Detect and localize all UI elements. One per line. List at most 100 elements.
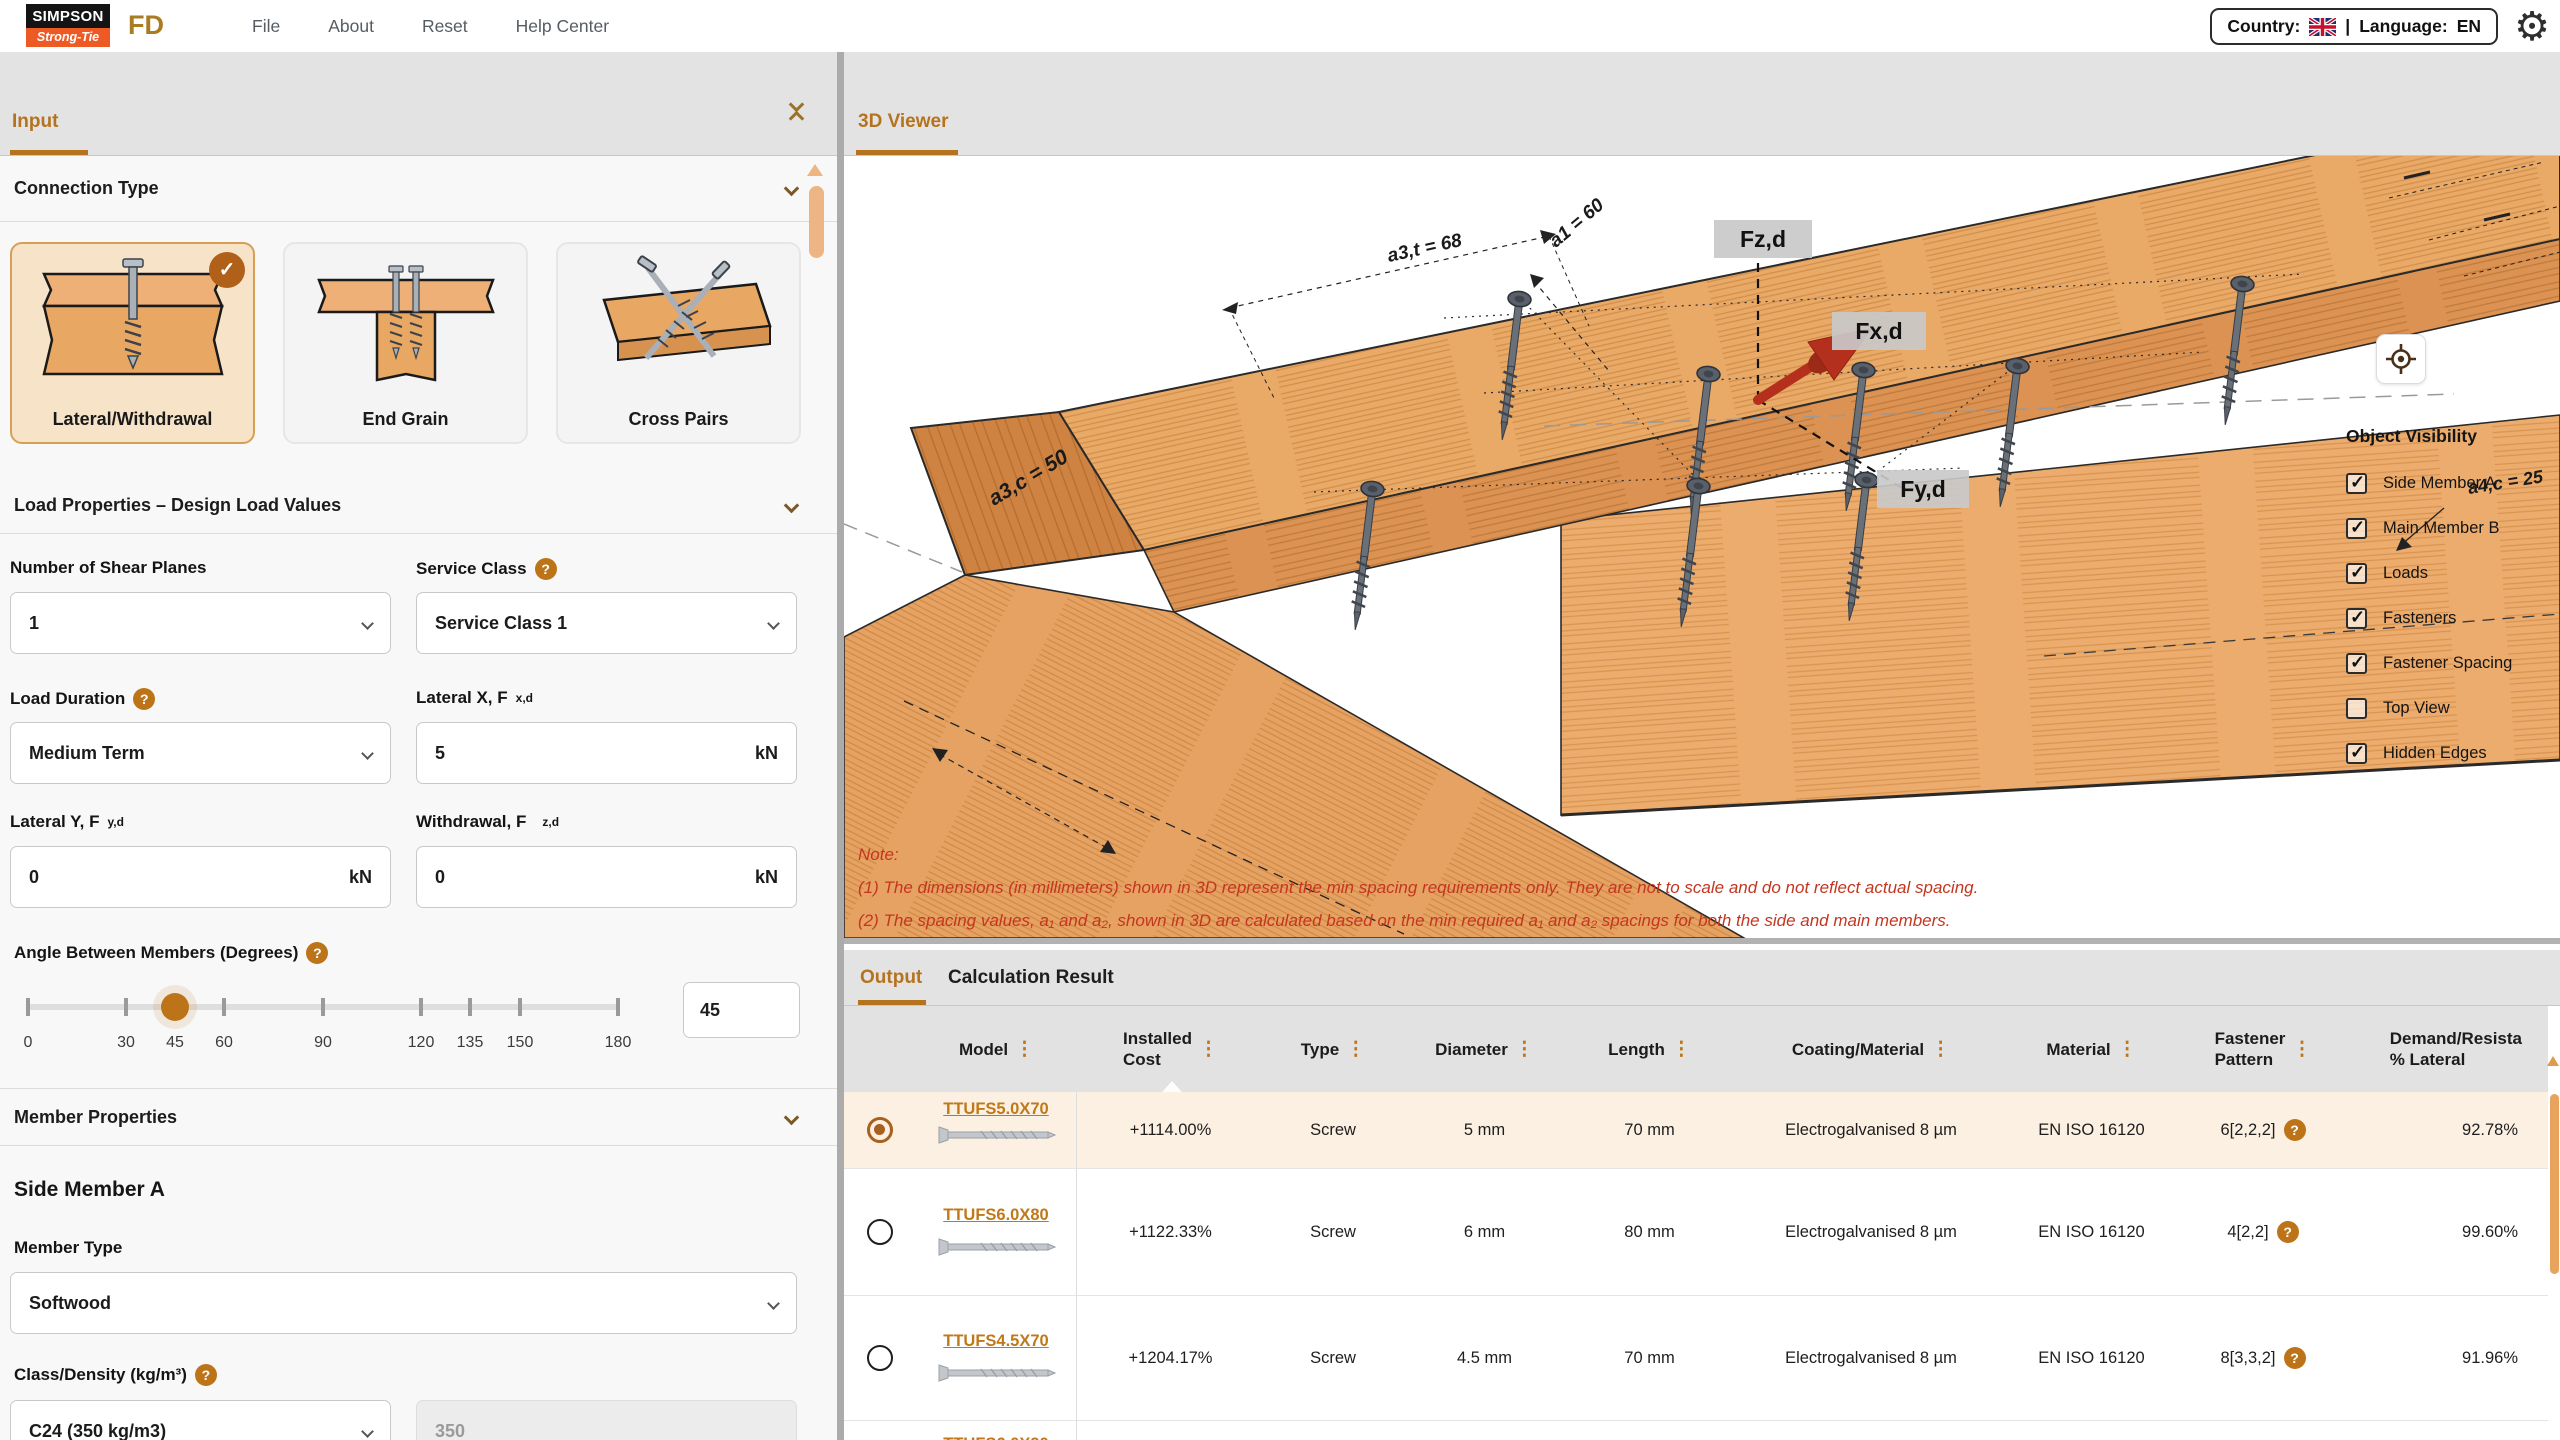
model-link[interactable]: TTUFS6.0X90 bbox=[943, 1435, 1048, 1440]
angle-value-input[interactable]: 45 bbox=[683, 982, 800, 1038]
app-title: FD bbox=[128, 10, 164, 41]
label-class-density: Class/Density (kg/m³) ? bbox=[14, 1364, 217, 1386]
column-menu-icon[interactable]: ⋮ bbox=[1199, 1039, 1218, 1060]
checkbox[interactable] bbox=[2346, 608, 2367, 629]
lateral-y-input[interactable]: 0 kN bbox=[10, 846, 391, 908]
menu-file[interactable]: File bbox=[252, 16, 280, 37]
header-material[interactable]: Material⋮ bbox=[2010, 1006, 2173, 1092]
service-class-select[interactable]: Service Class 1 bbox=[416, 592, 797, 654]
checkbox[interactable] bbox=[2346, 518, 2367, 539]
toggle-fasteners[interactable]: Fasteners bbox=[2346, 596, 2552, 641]
toggle-top-view[interactable]: Top View bbox=[2346, 686, 2552, 731]
checkbox[interactable] bbox=[2346, 473, 2367, 494]
panel-scrollbar-thumb[interactable] bbox=[809, 186, 824, 258]
country-language-selector[interactable]: Country: | Language: EN bbox=[2210, 8, 2498, 45]
column-menu-icon[interactable]: ⋮ bbox=[1346, 1039, 1365, 1060]
header-model[interactable]: Model⋮ bbox=[916, 1006, 1077, 1092]
pattern-help-icon[interactable]: ? bbox=[2277, 1221, 2299, 1243]
viewer-note: Note: (1) The dimensions (in millimeters… bbox=[858, 838, 1978, 937]
header-demand-resistance[interactable]: Demand/Resista% Lateral bbox=[2353, 1006, 2548, 1092]
header-installed-cost[interactable]: InstalledCost⋮ bbox=[1077, 1006, 1264, 1092]
column-menu-icon[interactable]: ⋮ bbox=[1015, 1039, 1034, 1060]
tab-3d-viewer[interactable]: 3D Viewer bbox=[858, 111, 948, 133]
header-diameter[interactable]: Diameter⋮ bbox=[1402, 1006, 1567, 1092]
menu-reset[interactable]: Reset bbox=[422, 16, 468, 37]
row-radio[interactable] bbox=[867, 1219, 893, 1245]
option-cross-pairs[interactable]: Cross Pairs bbox=[556, 242, 801, 444]
header-coating-material[interactable]: Coating/Material⋮ bbox=[1732, 1006, 2010, 1092]
row-radio[interactable] bbox=[867, 1345, 893, 1371]
help-icon[interactable]: ? bbox=[195, 1364, 217, 1386]
table-row[interactable]: TTUFS4.5X70 +1204.17% Screw 4.5 mm 70 mm… bbox=[844, 1296, 2548, 1421]
collapse-panel-icon[interactable] bbox=[787, 99, 809, 129]
cell-diameter: 4.5 mm bbox=[1402, 1296, 1567, 1420]
help-icon[interactable]: ? bbox=[535, 558, 557, 580]
checkbox[interactable] bbox=[2346, 563, 2367, 584]
section-connection-type[interactable]: Connection Type bbox=[0, 156, 837, 222]
member-type-select[interactable]: Softwood bbox=[10, 1272, 797, 1334]
tab-input[interactable]: Input bbox=[12, 111, 58, 133]
row-radio[interactable] bbox=[867, 1117, 893, 1143]
crosshair-icon bbox=[2386, 344, 2416, 374]
section-connection-type-title: Connection Type bbox=[14, 178, 159, 199]
model-link[interactable]: TTUFS4.5X70 bbox=[943, 1332, 1048, 1351]
cell-material: EN ISO 16120 bbox=[2010, 1296, 2173, 1420]
cell-pattern: 4[2,2] ? bbox=[2173, 1169, 2353, 1295]
checkbox[interactable] bbox=[2346, 743, 2367, 764]
table-row[interactable]: TTUFS5.0X70 +1114.00% Screw 5 mm 70 mm E… bbox=[844, 1092, 2548, 1169]
option-label: End Grain bbox=[285, 409, 526, 430]
section-load-properties[interactable]: Load Properties – Design Load Values bbox=[0, 478, 837, 534]
dim-a1-label: a1 = 60 bbox=[1546, 194, 1609, 251]
toggle-fastener-spacing[interactable]: Fastener Spacing bbox=[2346, 641, 2552, 686]
section-member-properties[interactable]: Member Properties bbox=[0, 1088, 837, 1146]
menu-help-center[interactable]: Help Center bbox=[516, 16, 609, 37]
panel-scroll-up-arrow[interactable] bbox=[807, 164, 823, 176]
header-length[interactable]: Length⋮ bbox=[1567, 1006, 1732, 1092]
shear-planes-select[interactable]: 1 bbox=[10, 592, 391, 654]
table-row[interactable]: TTUFS6.0X90 bbox=[844, 1421, 2548, 1440]
panel-splitter[interactable] bbox=[837, 52, 844, 1440]
angle-slider-handle[interactable] bbox=[161, 993, 189, 1021]
tick-180: 180 bbox=[605, 1034, 632, 1052]
table-row[interactable]: TTUFS6.0X80 +1122.33% Screw 6 mm 80 mm E… bbox=[844, 1169, 2548, 1296]
toggle-loads[interactable]: Loads bbox=[2346, 551, 2552, 596]
lateral-x-input[interactable]: 5 kN bbox=[416, 722, 797, 784]
checkbox[interactable] bbox=[2346, 698, 2367, 719]
angle-slider-track[interactable] bbox=[28, 1004, 618, 1010]
column-menu-icon[interactable]: ⋮ bbox=[1515, 1039, 1534, 1060]
chevron-down-icon bbox=[361, 617, 374, 630]
help-icon[interactable]: ? bbox=[133, 688, 155, 710]
model-link[interactable]: TTUFS5.0X70 bbox=[943, 1100, 1048, 1119]
option-end-grain[interactable]: End Grain bbox=[283, 242, 528, 444]
tab-calculation-result[interactable]: Calculation Result bbox=[948, 967, 1114, 989]
output-panel: Output Calculation Result Model⋮ Install… bbox=[844, 938, 2560, 1440]
help-icon[interactable]: ? bbox=[306, 942, 328, 964]
table-scrollbar-thumb[interactable] bbox=[2550, 1094, 2559, 1274]
class-density-select[interactable]: C24 (350 kg/m3) bbox=[10, 1400, 391, 1440]
settings-gear-icon[interactable]: ⚙ bbox=[2514, 4, 2550, 50]
withdrawal-input[interactable]: 0 kN bbox=[416, 846, 797, 908]
logo-top-text: SIMPSON bbox=[26, 4, 110, 28]
column-menu-icon[interactable]: ⋮ bbox=[2292, 1039, 2311, 1060]
toggle-main-member-b[interactable]: Main Member B bbox=[2346, 506, 2552, 551]
column-menu-icon[interactable]: ⋮ bbox=[1931, 1039, 1950, 1060]
tick-60: 60 bbox=[215, 1034, 233, 1052]
checkbox[interactable] bbox=[2346, 653, 2367, 674]
toggle-hidden-edges[interactable]: Hidden Edges bbox=[2346, 731, 2552, 776]
column-menu-icon[interactable]: ⋮ bbox=[1672, 1039, 1691, 1060]
cell-diameter: 5 mm bbox=[1402, 1092, 1567, 1168]
load-duration-select[interactable]: Medium Term bbox=[10, 722, 391, 784]
option-lateral-withdrawal[interactable]: Lateral/Withdrawal bbox=[10, 242, 255, 444]
pattern-help-icon[interactable]: ? bbox=[2284, 1119, 2306, 1141]
toggle-side-member-a[interactable]: Side Member A bbox=[2346, 461, 2552, 506]
3d-viewport[interactable]: a3,c = 50 a3,t = 68 a1 = 60 bbox=[844, 156, 2560, 938]
header-type[interactable]: Type⋮ bbox=[1264, 1006, 1402, 1092]
focus-view-button[interactable] bbox=[2376, 334, 2426, 384]
column-menu-icon[interactable]: ⋮ bbox=[2118, 1039, 2137, 1060]
pattern-help-icon[interactable]: ? bbox=[2284, 1347, 2306, 1369]
table-scroll-up-arrow[interactable] bbox=[2547, 1056, 2559, 1066]
header-fastener-pattern[interactable]: FastenerPattern⋮ bbox=[2173, 1006, 2353, 1092]
tab-output[interactable]: Output bbox=[860, 967, 922, 989]
model-link[interactable]: TTUFS6.0X80 bbox=[943, 1206, 1048, 1225]
menu-about[interactable]: About bbox=[328, 16, 374, 37]
